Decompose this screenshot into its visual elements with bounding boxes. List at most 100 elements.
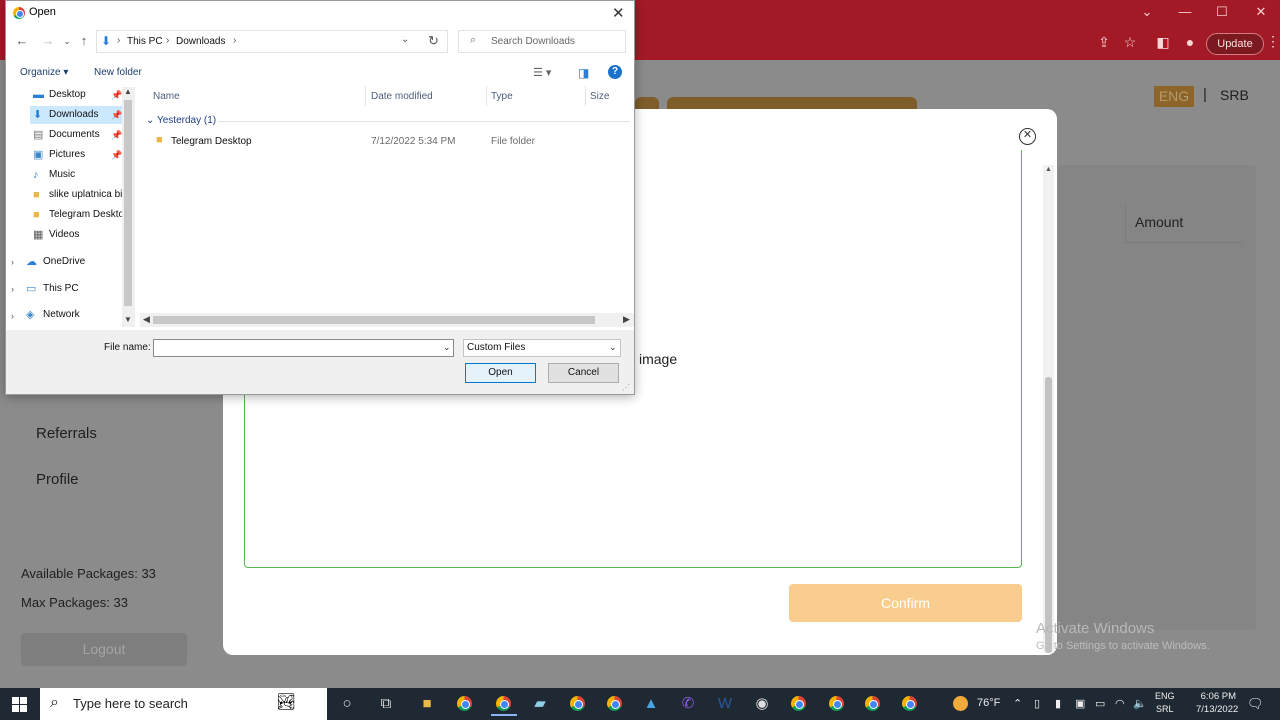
chrome-profile-icon[interactable] bbox=[607, 696, 622, 711]
file-explorer-icon[interactable]: ■ bbox=[414, 692, 440, 716]
clock[interactable]: 6:06 PM 7/13/2022 bbox=[1196, 690, 1238, 716]
pin-icon[interactable]: 📌 bbox=[111, 150, 122, 161]
photos-icon[interactable]: ▲ bbox=[638, 692, 664, 716]
nav-item-pictures[interactable]: ▣ Pictures bbox=[30, 146, 122, 164]
column-divider[interactable] bbox=[365, 86, 366, 106]
pin-icon[interactable]: 📌 bbox=[111, 90, 122, 101]
sidebar-item-profile[interactable]: Profile bbox=[36, 471, 79, 488]
task-view-icon[interactable]: ⧉ bbox=[373, 692, 399, 716]
resize-grip-icon[interactable]: ⋰ bbox=[622, 383, 630, 392]
lang-eng-button[interactable]: ENG bbox=[1154, 86, 1194, 107]
battery-icon[interactable]: ▭ bbox=[1095, 697, 1105, 710]
file-name-dropdown-icon[interactable]: ⌄ bbox=[443, 342, 451, 353]
new-folder-button[interactable]: New folder bbox=[94, 67, 142, 78]
address-dropdown-icon[interactable]: ⌄ bbox=[401, 34, 409, 45]
side-panel-icon[interactable]: ◧ bbox=[1154, 34, 1172, 51]
nav-item-videos[interactable]: ▦ Videos bbox=[30, 226, 122, 244]
pin-icon[interactable]: 📌 bbox=[111, 110, 122, 121]
chrome-icon[interactable] bbox=[457, 696, 472, 711]
nav-item-onedrive[interactable]: ☁ OneDrive bbox=[24, 253, 85, 271]
group-header-yesterday[interactable]: ⌄ Yesterday (1) bbox=[146, 115, 216, 126]
notifications-icon[interactable]: 🗨 bbox=[1247, 696, 1264, 712]
notepad-icon[interactable]: ▰ bbox=[527, 692, 553, 716]
expand-chevron-icon[interactable]: › bbox=[11, 284, 14, 294]
maximize-icon[interactable]: ☐ bbox=[1212, 4, 1232, 20]
recent-locations-icon[interactable]: ⌄ bbox=[60, 36, 74, 47]
bookmark-star-icon[interactable]: ☆ bbox=[1121, 34, 1139, 51]
lang-srb-button[interactable]: SRB bbox=[1220, 87, 1249, 103]
windows-start-icon[interactable] bbox=[12, 697, 27, 712]
change-view-icon[interactable]: ☰ ▾ bbox=[533, 66, 551, 79]
forward-arrow-icon[interactable]: → bbox=[41, 33, 55, 48]
logout-button[interactable]: Logout bbox=[21, 633, 187, 666]
hscroll-thumb[interactable] bbox=[153, 316, 595, 324]
organize-button[interactable]: Organize ▾ bbox=[20, 67, 68, 78]
browser-tab-list-icon[interactable]: ⌄ bbox=[1137, 4, 1157, 20]
column-divider[interactable] bbox=[585, 86, 586, 106]
help-icon[interactable]: ? bbox=[608, 65, 622, 79]
obs-icon[interactable]: ◉ bbox=[749, 692, 775, 716]
wifi-icon[interactable]: ◠ bbox=[1115, 697, 1125, 710]
column-divider[interactable] bbox=[486, 86, 487, 106]
profile-icon[interactable]: ● bbox=[1181, 34, 1199, 50]
file-type-select[interactable]: Custom Files bbox=[463, 339, 621, 357]
chrome-profile-icon[interactable] bbox=[865, 696, 880, 711]
scroll-left-icon[interactable]: ◀ bbox=[143, 314, 150, 325]
pin-icon[interactable]: 📌 bbox=[111, 130, 122, 141]
column-header-name[interactable]: Name bbox=[153, 91, 180, 102]
breadcrumb-this-pc[interactable]: This PC bbox=[127, 36, 163, 47]
search-highlight-icon[interactable]: 🏞 bbox=[276, 692, 296, 712]
open-button[interactable]: Open bbox=[465, 363, 536, 383]
cancel-button[interactable]: Cancel bbox=[548, 363, 619, 383]
nav-item-music[interactable]: ♪ Music bbox=[30, 166, 122, 184]
weather-temp[interactable]: 76°F bbox=[977, 697, 1000, 709]
file-name-input[interactable] bbox=[153, 339, 454, 357]
nav-item-downloads[interactable]: ⬇ Downloads bbox=[30, 106, 122, 124]
refresh-icon[interactable]: ↻ bbox=[428, 33, 439, 49]
scroll-down-icon[interactable]: ▼ bbox=[124, 315, 132, 324]
weather-icon[interactable] bbox=[953, 696, 968, 711]
breadcrumb-downloads[interactable]: Downloads bbox=[176, 36, 225, 47]
modal-scroll-thumb[interactable] bbox=[1045, 377, 1052, 653]
confirm-button[interactable]: Confirm bbox=[789, 584, 1022, 622]
column-header-size[interactable]: Size bbox=[590, 91, 609, 102]
sidebar-item-referrals[interactable]: Referrals bbox=[36, 425, 97, 442]
nav-item-slike-uplatnica[interactable]: ■ slike uplatnica bi bbox=[30, 186, 122, 204]
scroll-right-icon[interactable]: ▶ bbox=[623, 314, 630, 325]
preview-pane-icon[interactable]: ◨ bbox=[578, 66, 589, 80]
nav-item-network[interactable]: ◈ Network bbox=[24, 306, 80, 324]
file-type-dropdown-icon[interactable]: ⌄ bbox=[609, 342, 617, 353]
minimize-icon[interactable]: — bbox=[1175, 4, 1195, 19]
update-button[interactable]: Update bbox=[1206, 33, 1264, 55]
webcam-icon[interactable]: ▣ bbox=[1075, 697, 1085, 710]
nav-item-telegram-desktop[interactable]: ■ Telegram Deskto bbox=[30, 206, 122, 224]
nav-item-desktop[interactable]: ▬ Desktop bbox=[30, 86, 122, 104]
back-arrow-icon[interactable]: ← bbox=[15, 33, 29, 48]
tray-app-icon[interactable]: ▯ bbox=[1034, 697, 1040, 710]
volume-icon[interactable]: 🔈 bbox=[1133, 697, 1147, 710]
chrome-profile-icon[interactable] bbox=[791, 696, 806, 711]
column-header-type[interactable]: Type bbox=[491, 91, 513, 102]
nav-pane-scroll-thumb[interactable] bbox=[124, 100, 132, 306]
chrome-icon[interactable] bbox=[496, 696, 511, 711]
show-hidden-icons-icon[interactable]: ⌃ bbox=[1013, 697, 1022, 710]
window-close-icon[interactable]: ✕ bbox=[1251, 4, 1271, 20]
nav-item-documents[interactable]: ▤ Documents bbox=[30, 126, 122, 144]
chrome-profile-icon[interactable] bbox=[829, 696, 844, 711]
expand-chevron-icon[interactable]: › bbox=[11, 311, 14, 321]
input-language-indicator[interactable]: ENG SRL bbox=[1155, 690, 1175, 716]
file-row-name[interactable]: Telegram Desktop bbox=[171, 136, 252, 147]
column-header-date[interactable]: Date modified bbox=[371, 91, 433, 102]
cortana-icon[interactable]: ○ bbox=[334, 692, 360, 716]
scroll-up-icon[interactable]: ▲ bbox=[1045, 166, 1052, 173]
expand-chevron-icon[interactable]: › bbox=[11, 257, 14, 267]
viber-icon[interactable]: ✆ bbox=[675, 692, 701, 716]
dialog-close-icon[interactable]: ✕ bbox=[612, 4, 625, 22]
chrome-profile-icon[interactable] bbox=[902, 696, 917, 711]
chrome-profile-icon[interactable] bbox=[570, 696, 585, 711]
share-icon[interactable]: ⇪ bbox=[1095, 34, 1113, 51]
nav-item-this-pc[interactable]: ▭ This PC bbox=[24, 280, 79, 298]
word-icon[interactable]: W bbox=[712, 692, 738, 716]
modal-close-icon[interactable]: ✕ bbox=[1019, 128, 1036, 145]
up-arrow-icon[interactable]: ↑ bbox=[77, 33, 91, 48]
